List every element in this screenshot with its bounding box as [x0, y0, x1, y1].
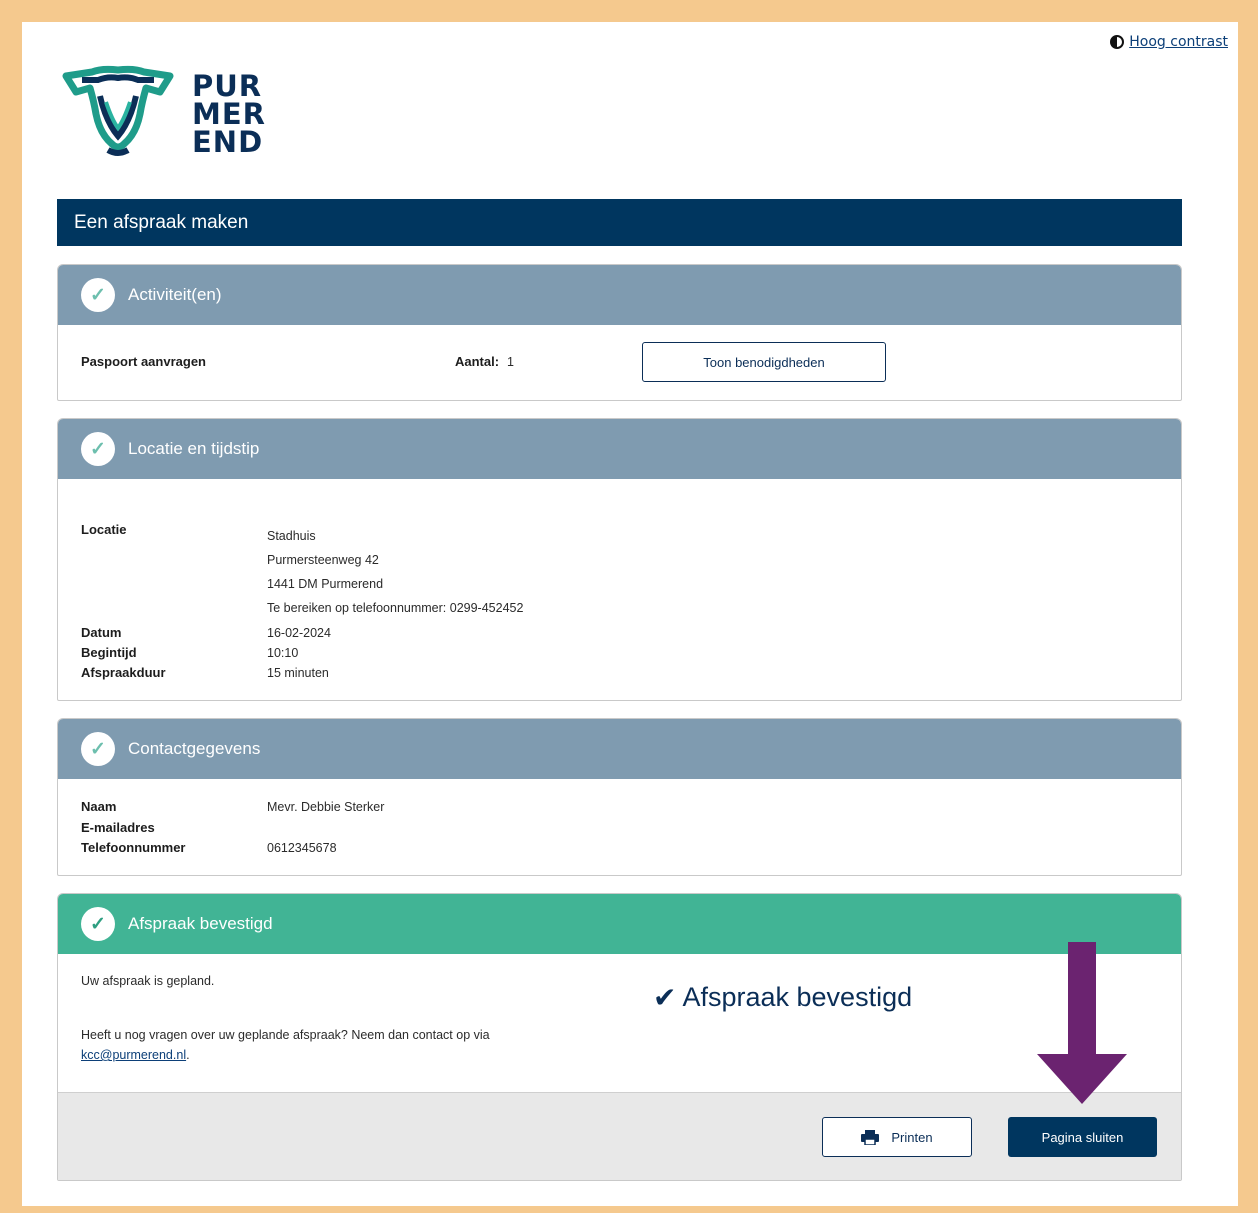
location-time-panel: ✓ Locatie en tijdstip Locatie Stadhuis P… [57, 418, 1182, 701]
start-time-label: Begintijd [81, 645, 137, 660]
logo-line: PUR [192, 69, 263, 103]
date-value: 16-02-2024 [267, 626, 331, 640]
location-label: Locatie [81, 522, 127, 537]
confirmation-header: ✓ Afspraak bevestigd [58, 894, 1181, 954]
show-requirements-button[interactable]: Toon benodigdheden [642, 342, 886, 382]
purmerend-logo[interactable]: PUR MER END [62, 62, 266, 158]
checkmark-icon: ✔ [653, 982, 677, 1013]
location-line: 1441 DM Purmerend [267, 577, 384, 591]
page-title-bar: Een afspraak maken [57, 199, 1182, 246]
check-icon: ✓ [81, 907, 115, 941]
logo-line: MER [192, 97, 266, 131]
printer-icon [861, 1129, 880, 1145]
contact-header: ✓ Contactgegevens [58, 719, 1181, 779]
high-contrast-label: Hoog contrast [1129, 34, 1228, 50]
check-icon: ✓ [81, 732, 115, 766]
location-address: Stadhuis Purmersteenweg 42 1441 DM Purme… [267, 524, 523, 620]
name-label: Naam [81, 799, 117, 814]
contact-panel: ✓ Contactgegevens Naam Mevr. Debbie Ster… [57, 718, 1182, 876]
period: . [186, 1048, 190, 1062]
activities-panel: ✓ Activiteit(en) Paspoort aanvragen Aant… [57, 264, 1182, 401]
quantity-value: 1 [507, 355, 514, 369]
duration-value: 15 minuten [267, 666, 329, 680]
page-frame: Hoog contrast PUR MER END Een afspraak m… [22, 22, 1238, 1206]
quantity-label: Aantal: [455, 354, 500, 369]
name-value: Mevr. Debbie Sterker [267, 800, 385, 814]
start-time-value: 10:10 [267, 646, 299, 660]
date-label: Datum [81, 625, 122, 640]
confirmation-panel: ✓ Afspraak bevestigd Uw afspraak is gepl… [57, 893, 1182, 1181]
kcc-email-link[interactable]: kcc@purmerend.nl [81, 1048, 186, 1062]
email-label: E-mailadres [81, 820, 155, 835]
cow-head-logo-icon [62, 65, 174, 156]
phone-value: 0612345678 [267, 841, 337, 855]
location-time-title: Locatie en tijdstip [128, 439, 260, 458]
close-page-label: Pagina sluiten [1041, 1129, 1124, 1145]
location-line: Te bereiken op telefoonnummer: 0299-4524… [267, 601, 524, 615]
confirmation-title: Afspraak bevestigd [128, 914, 273, 933]
confirmed-indicator: ✔ Afspraak bevestigd [653, 981, 912, 1014]
duration-label: Afspraakduur [81, 665, 166, 680]
questions-text-block: Heeft u nog vragen over uw geplande afsp… [81, 1025, 541, 1065]
location-line: Stadhuis [267, 529, 316, 543]
close-page-button[interactable]: Pagina sluiten [1008, 1117, 1157, 1157]
high-contrast-link[interactable]: Hoog contrast [1110, 34, 1228, 50]
check-icon: ✓ [81, 432, 115, 466]
check-icon: ✓ [81, 278, 115, 312]
print-button[interactable]: Printen [822, 1117, 972, 1157]
location-line: Purmersteenweg 42 [267, 553, 379, 567]
print-label: Printen [891, 1129, 933, 1145]
phone-label: Telefoonnummer [81, 840, 186, 855]
activities-title: Activiteit(en) [128, 285, 222, 304]
logo-wordmark: PUR MER END [192, 69, 266, 159]
activity-name: Paspoort aanvragen [81, 354, 206, 369]
contact-title: Contactgegevens [128, 739, 261, 758]
activities-header: ✓ Activiteit(en) [58, 265, 1181, 325]
confirmed-label: Afspraak bevestigd [682, 982, 913, 1012]
logo-line: END [192, 125, 264, 159]
show-requirements-label: Toon benodigdheden [703, 354, 825, 370]
action-bar: Printen Pagina sluiten [58, 1092, 1181, 1180]
contrast-icon [1110, 35, 1125, 49]
annotation-arrow-icon [1037, 942, 1127, 1104]
planned-text: Uw afspraak is gepland. [81, 974, 215, 988]
location-time-header: ✓ Locatie en tijdstip [58, 419, 1181, 479]
questions-text: Heeft u nog vragen over uw geplande afsp… [81, 1028, 490, 1042]
page-title: Een afspraak maken [74, 211, 249, 233]
